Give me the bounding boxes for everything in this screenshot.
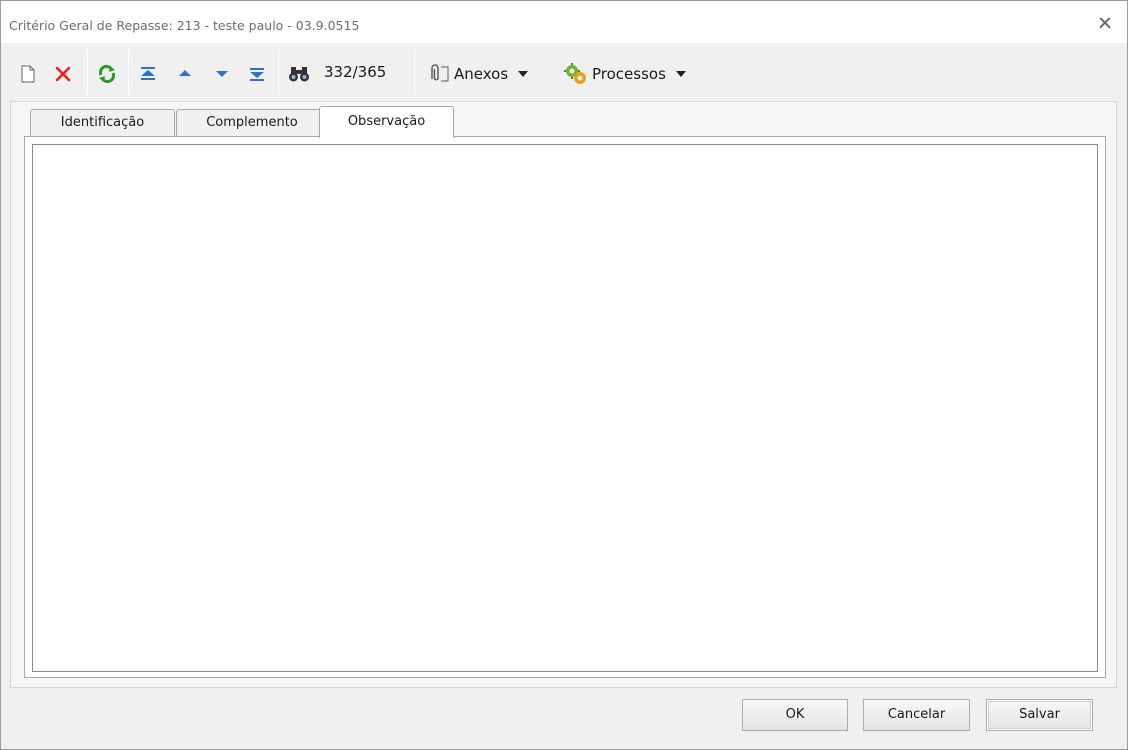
first-record-icon[interactable] bbox=[138, 55, 158, 93]
processes-menu[interactable]: Processos bbox=[562, 55, 686, 93]
delete-icon[interactable] bbox=[53, 55, 73, 93]
save-button[interactable]: Salvar bbox=[986, 699, 1093, 731]
toolbar-separator bbox=[414, 49, 415, 95]
title-bar: Critério Geral de Repasse: 213 - teste p… bbox=[1, 1, 1127, 43]
window-title: Critério Geral de Repasse: 213 - teste p… bbox=[9, 18, 360, 33]
toolbar: 332/365 Anexos Processos bbox=[1, 45, 1127, 101]
next-record-icon[interactable] bbox=[213, 55, 231, 93]
paperclip-icon bbox=[426, 63, 454, 85]
content-panel: Identificação Complemento Observação bbox=[10, 101, 1117, 688]
chevron-down-icon bbox=[675, 71, 686, 77]
processes-gear-icon bbox=[562, 62, 592, 86]
observation-tab-panel bbox=[24, 136, 1106, 678]
close-icon[interactable] bbox=[1097, 15, 1113, 31]
new-record-icon[interactable] bbox=[19, 55, 37, 93]
search-binoculars-icon[interactable] bbox=[287, 55, 311, 93]
chevron-down-icon bbox=[518, 71, 529, 77]
dialog-button-bar: OK Cancelar Salvar bbox=[1, 689, 1127, 749]
attachments-menu-label: Anexos bbox=[454, 65, 509, 83]
tab-identificacao[interactable]: Identificação bbox=[30, 109, 175, 137]
observation-textarea[interactable] bbox=[32, 144, 1098, 672]
toolbar-separator bbox=[278, 49, 279, 95]
cancel-button[interactable]: Cancelar bbox=[863, 699, 970, 731]
tab-complemento[interactable]: Complemento bbox=[176, 109, 328, 137]
dialog-window: Critério Geral de Repasse: 213 - teste p… bbox=[0, 0, 1128, 750]
last-record-icon[interactable] bbox=[247, 55, 267, 93]
toolbar-separator bbox=[128, 49, 129, 95]
refresh-icon[interactable] bbox=[96, 55, 118, 93]
previous-record-icon[interactable] bbox=[176, 55, 194, 93]
attachments-menu[interactable]: Anexos bbox=[426, 55, 529, 93]
toolbar-separator bbox=[87, 49, 88, 95]
tab-observacao[interactable]: Observação bbox=[319, 106, 454, 138]
processes-menu-label: Processos bbox=[592, 65, 666, 83]
record-position: 332/365 bbox=[324, 63, 387, 81]
ok-button[interactable]: OK bbox=[742, 699, 848, 731]
